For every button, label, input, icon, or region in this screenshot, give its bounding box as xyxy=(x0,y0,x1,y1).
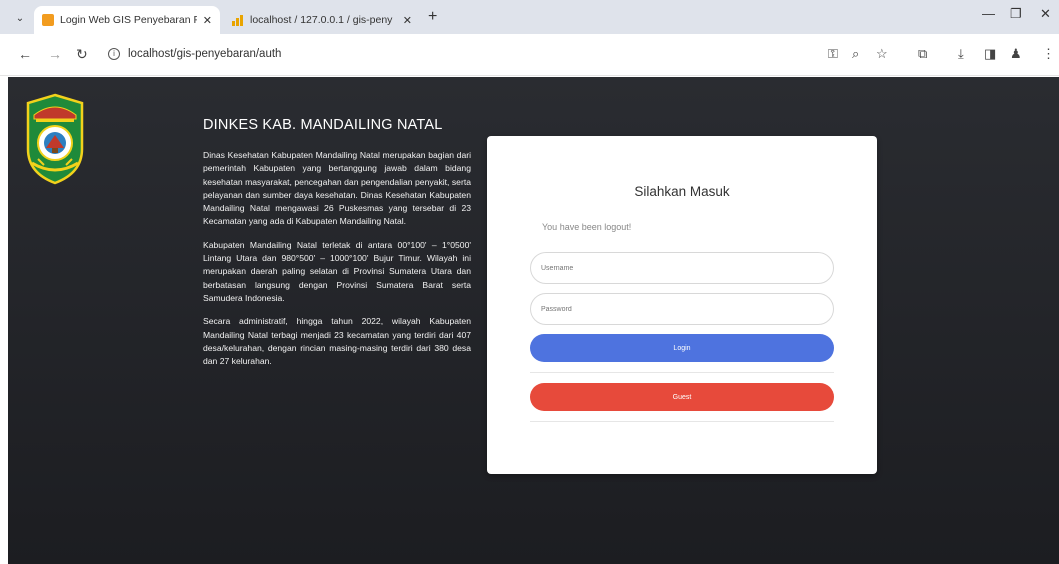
site-info-icon[interactable]: i xyxy=(108,48,120,60)
dinkes-info-section: DINKES KAB. MANDAILING NATAL Dinas Keseh… xyxy=(203,117,471,378)
minimize-icon[interactable]: — xyxy=(982,6,995,21)
browser-toolbar: ← → ↻ i localhost/gis-penyebaran/auth ⚿ … xyxy=(0,34,1059,76)
username-input[interactable] xyxy=(530,252,834,284)
mandailing-natal-emblem-logo xyxy=(26,93,84,185)
logout-message: You have been logout! xyxy=(542,222,632,232)
tab-phpmyadmin[interactable]: localhost / 127.0.0.1 / gis-peny ✕ xyxy=(224,6,420,34)
info-paragraph: Secara administratif, hingga tahun 2022,… xyxy=(203,316,471,367)
tab-search-chevron-icon[interactable]: ⌄ xyxy=(10,8,30,28)
site-favicon-icon xyxy=(42,14,54,26)
restore-icon[interactable]: ❐ xyxy=(1010,6,1022,22)
menu-kebab-icon[interactable]: ⋮ xyxy=(1042,46,1055,62)
info-paragraph: Dinas Kesehatan Kabupaten Mandailing Nat… xyxy=(203,150,471,227)
reload-icon[interactable]: ↻ xyxy=(76,46,88,63)
login-card: Silahkan Masuk You have been logout! Log… xyxy=(487,136,877,474)
login-title: Silahkan Masuk xyxy=(634,184,730,199)
extensions-icon[interactable]: ⧉ xyxy=(918,46,927,62)
tab-title: Login Web GIS Penyebaran Pen xyxy=(60,14,197,26)
tab-title: localhost / 127.0.0.1 / gis-peny xyxy=(250,14,393,26)
close-tab-icon[interactable]: ✕ xyxy=(403,14,412,27)
window-close-icon[interactable]: ✕ xyxy=(1040,6,1051,22)
dinkes-title: DINKES KAB. MANDAILING NATAL xyxy=(203,117,443,133)
divider xyxy=(530,421,834,422)
sidebar-icon[interactable]: ◨ xyxy=(984,46,996,62)
guest-button[interactable]: Guest xyxy=(530,383,834,411)
forward-icon[interactable]: → xyxy=(48,46,62,62)
password-key-icon[interactable]: ⚿ xyxy=(828,46,838,62)
browser-tab-bar: ⌄ Login Web GIS Penyebaran Pen ✕ localho… xyxy=(0,0,1059,34)
new-tab-button[interactable]: + xyxy=(428,8,437,26)
download-icon[interactable]: ⤓ xyxy=(958,46,964,62)
login-button[interactable]: Login xyxy=(530,334,834,362)
info-paragraph: Kabupaten Mandailing Natal terletak di a… xyxy=(203,239,471,303)
back-icon[interactable]: ← xyxy=(18,46,32,62)
address-bar[interactable]: i localhost/gis-penyebaran/auth xyxy=(98,40,938,70)
url-text[interactable]: localhost/gis-penyebaran/auth xyxy=(128,48,281,60)
tab-login[interactable]: Login Web GIS Penyebaran Pen ✕ xyxy=(34,6,220,34)
zoom-icon[interactable]: ⌕ xyxy=(852,46,859,62)
bookmark-star-icon[interactable]: ☆ xyxy=(876,46,888,62)
phpmyadmin-favicon-icon xyxy=(232,14,244,26)
profile-icon[interactable]: ♟ xyxy=(1010,46,1022,62)
divider xyxy=(530,372,834,373)
close-tab-icon[interactable]: ✕ xyxy=(203,14,212,27)
page-background: DINKES KAB. MANDAILING NATAL Dinas Keseh… xyxy=(8,77,1059,564)
password-input[interactable] xyxy=(530,293,834,325)
